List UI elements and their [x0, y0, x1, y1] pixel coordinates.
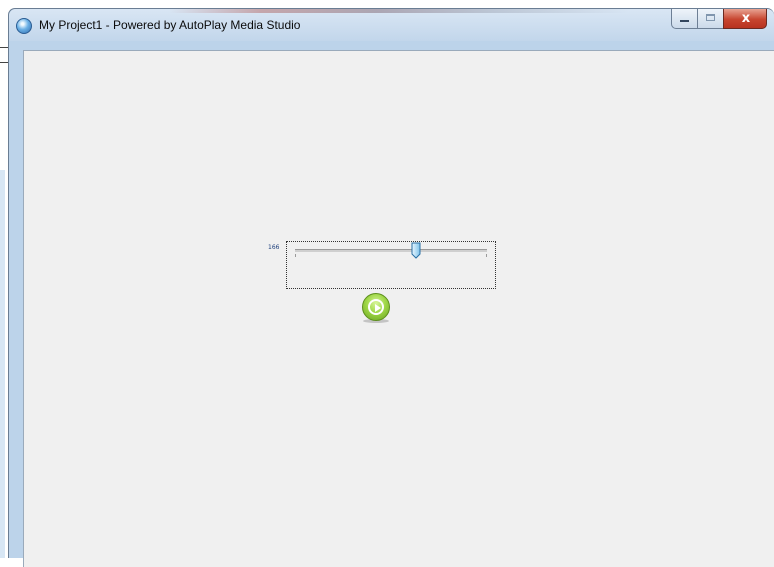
slider-track-tick: [486, 254, 487, 257]
slider-track-tick: [295, 254, 296, 257]
play-icon: [368, 299, 384, 315]
slider-control[interactable]: [286, 241, 496, 289]
minimize-button[interactable]: [671, 9, 697, 29]
minimize-icon: [680, 20, 689, 22]
caption-buttons: x: [671, 9, 767, 30]
slider-track[interactable]: [295, 249, 487, 257]
client-area: 166: [23, 50, 774, 567]
slider-value-label: 166: [268, 244, 280, 251]
play-triangle: [375, 304, 381, 312]
title-bar[interactable]: My Project1 - Powered by AutoPlay Media …: [9, 9, 774, 41]
close-button[interactable]: x: [723, 9, 767, 29]
close-icon: x: [741, 11, 751, 26]
maximize-icon: [706, 14, 715, 21]
maximize-button[interactable]: [697, 9, 723, 29]
play-button[interactable]: [362, 293, 390, 321]
app-window: My Project1 - Powered by AutoPlay Media …: [8, 8, 774, 567]
left-edge-highlight: [0, 170, 5, 558]
globe-icon: [16, 18, 32, 34]
slider-thumb-icon[interactable]: [411, 242, 421, 259]
window-title: My Project1 - Powered by AutoPlay Media …: [39, 18, 301, 32]
title-bar-reflection: [169, 9, 629, 13]
